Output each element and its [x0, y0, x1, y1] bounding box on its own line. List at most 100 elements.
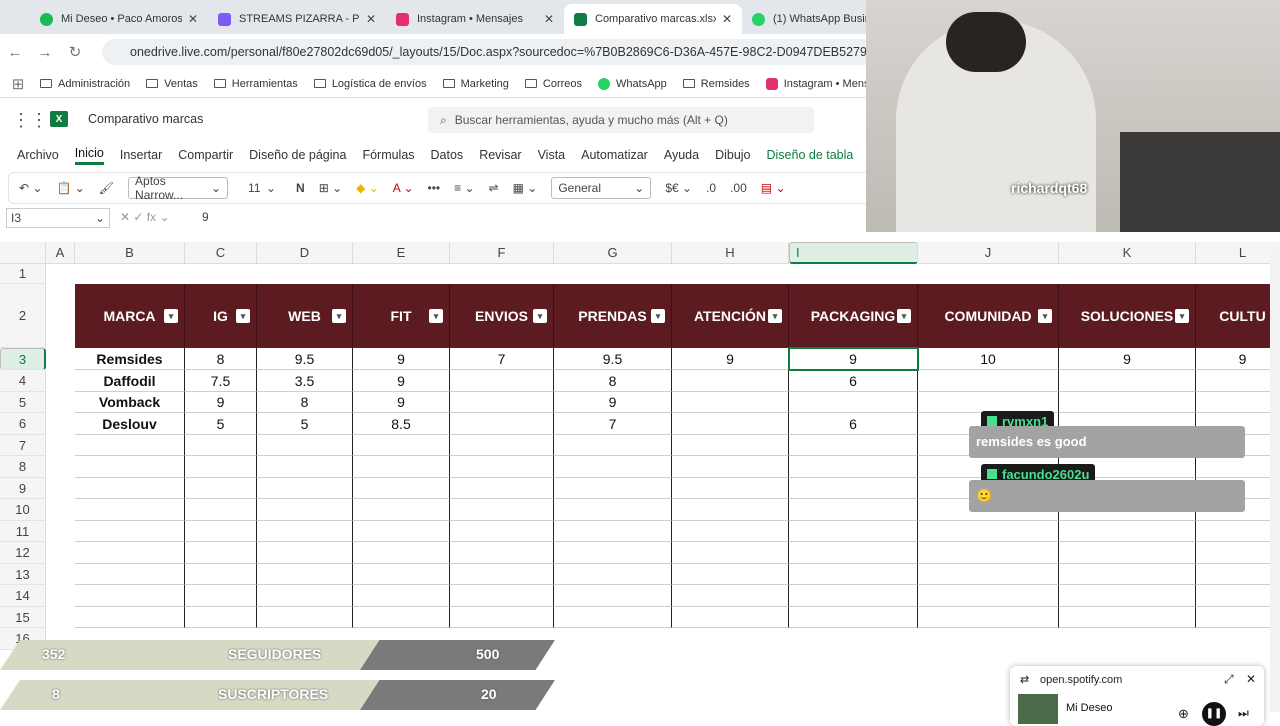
- fx-icon[interactable]: ✕ ✓ fx ⌄: [120, 210, 170, 224]
- pause-button[interactable]: ❚❚: [1202, 702, 1226, 726]
- table-cell[interactable]: 9: [1196, 348, 1270, 370]
- vertical-scrollbar[interactable]: [1270, 242, 1280, 712]
- table-cell[interactable]: [75, 607, 185, 628]
- table-cell[interactable]: [450, 607, 554, 628]
- table-header-2[interactable]: WEB ▾: [257, 284, 353, 348]
- table-cell[interactable]: 5: [185, 413, 257, 435]
- tab-archivo[interactable]: Archivo: [17, 148, 59, 162]
- column-header-D[interactable]: D: [257, 242, 353, 264]
- table-cell[interactable]: [789, 392, 918, 413]
- browser-tab[interactable]: STREAMS PIZARRA - Pizarra ✕: [208, 4, 386, 34]
- filter-dropdown-icon[interactable]: ▾: [533, 309, 547, 323]
- tab-insertar[interactable]: Insertar: [120, 148, 162, 162]
- bookmark-item[interactable]: Herramientas: [213, 78, 298, 90]
- table-header-6[interactable]: ATENCIÓN ▾: [672, 284, 789, 348]
- fill-color-icon[interactable]: ◆ ⌄: [356, 181, 379, 195]
- table-cell[interactable]: 7.5: [185, 370, 257, 392]
- table-cell[interactable]: [789, 542, 918, 564]
- table-cell[interactable]: [1196, 521, 1270, 542]
- filter-dropdown-icon[interactable]: ▾: [651, 309, 665, 323]
- table-cell[interactable]: [353, 607, 450, 628]
- column-header-K[interactable]: K: [1059, 242, 1196, 264]
- table-cell[interactable]: 9: [353, 392, 450, 413]
- column-header-J[interactable]: J: [918, 242, 1059, 264]
- table-cell[interactable]: [1196, 542, 1270, 564]
- table-cell[interactable]: [75, 456, 185, 478]
- table-cell[interactable]: [554, 456, 672, 478]
- table-cell[interactable]: [554, 435, 672, 456]
- table-cell[interactable]: [1059, 392, 1196, 413]
- table-cell[interactable]: [450, 585, 554, 607]
- apps-grid-icon[interactable]: ⊞: [8, 75, 28, 93]
- table-cell[interactable]: [672, 521, 789, 542]
- table-cell[interactable]: 6: [789, 370, 918, 392]
- row-header-3[interactable]: 3: [0, 348, 46, 370]
- table-cell[interactable]: [353, 564, 450, 585]
- bold-icon[interactable]: N: [296, 181, 305, 195]
- table-cell[interactable]: 9.5: [257, 348, 353, 370]
- table-cell[interactable]: [257, 435, 353, 456]
- column-header-C[interactable]: C: [185, 242, 257, 264]
- table-cell[interactable]: [1196, 607, 1270, 628]
- undo-icon[interactable]: ↶ ⌄: [19, 181, 42, 195]
- table-cell[interactable]: [450, 370, 554, 392]
- table-cell[interactable]: [789, 478, 918, 499]
- bookmark-item[interactable]: WhatsApp: [598, 77, 667, 90]
- table-cell[interactable]: [257, 499, 353, 521]
- merge-icon[interactable]: ▦ ⌄: [513, 181, 538, 195]
- table-cell[interactable]: [257, 456, 353, 478]
- table-cell[interactable]: [1059, 542, 1196, 564]
- settings-icon[interactable]: ⇄: [1020, 673, 1029, 686]
- next-icon[interactable]: ⏭: [1238, 706, 1249, 721]
- table-header-4[interactable]: ENVIOS ▾: [450, 284, 554, 348]
- table-header-8[interactable]: COMUNIDAD ▾: [918, 284, 1059, 348]
- close-tab-icon[interactable]: ✕: [722, 12, 732, 26]
- table-cell[interactable]: Deslouv: [75, 413, 185, 435]
- decimal-icon[interactable]: .0: [706, 181, 716, 195]
- table-cell[interactable]: [185, 585, 257, 607]
- row-header-1[interactable]: 1: [0, 264, 46, 284]
- table-cell[interactable]: [450, 521, 554, 542]
- table-cell[interactable]: [257, 564, 353, 585]
- close-tab-icon[interactable]: ✕: [544, 12, 554, 26]
- table-cell[interactable]: [353, 585, 450, 607]
- table-cell[interactable]: [918, 370, 1059, 392]
- table-cell[interactable]: [789, 564, 918, 585]
- font-size-select[interactable]: 11 ⌄: [242, 177, 282, 199]
- table-cell[interactable]: [672, 499, 789, 521]
- table-header-10[interactable]: CULTU: [1196, 284, 1270, 348]
- table-cell[interactable]: [185, 435, 257, 456]
- filter-dropdown-icon[interactable]: ▾: [897, 309, 911, 323]
- column-header-L[interactable]: L: [1196, 242, 1270, 264]
- bookmark-item[interactable]: Marketing: [442, 78, 509, 90]
- table-cell[interactable]: 9: [1059, 348, 1196, 370]
- expand-icon[interactable]: ⤢: [1224, 672, 1234, 687]
- table-cell[interactable]: [353, 478, 450, 499]
- browser-tab[interactable]: Mi Deseo • Paco Amoroso ✕: [30, 4, 208, 34]
- table-cell[interactable]: [672, 413, 789, 435]
- table-cell[interactable]: [672, 607, 789, 628]
- table-cell[interactable]: [672, 392, 789, 413]
- table-cell[interactable]: [75, 435, 185, 456]
- table-cell[interactable]: [185, 564, 257, 585]
- table-header-5[interactable]: PRENDAS ▾: [554, 284, 672, 348]
- table-cell[interactable]: [450, 478, 554, 499]
- bookmark-item[interactable]: Administración: [40, 78, 130, 90]
- table-cell[interactable]: [185, 542, 257, 564]
- table-cell[interactable]: 8: [185, 348, 257, 370]
- column-header-F[interactable]: F: [450, 242, 554, 264]
- font-family-select[interactable]: Aptos Narrow... ⌄: [128, 174, 229, 202]
- close-tab-icon[interactable]: ✕: [188, 12, 198, 26]
- bookmark-item[interactable]: Logística de envíos: [313, 78, 427, 90]
- bookmark-item[interactable]: Correos: [524, 78, 582, 90]
- table-cell[interactable]: Vomback: [75, 392, 185, 413]
- table-cell[interactable]: 7: [450, 348, 554, 370]
- column-header-B[interactable]: B: [75, 242, 185, 264]
- table-cell[interactable]: [672, 370, 789, 392]
- table-cell[interactable]: Remsides: [75, 348, 185, 370]
- table-cell[interactable]: [353, 499, 450, 521]
- table-cell[interactable]: [672, 585, 789, 607]
- font-color-icon[interactable]: A ⌄: [393, 181, 414, 195]
- table-header-1[interactable]: IG ▾: [185, 284, 257, 348]
- filter-dropdown-icon[interactable]: ▾: [1038, 309, 1052, 323]
